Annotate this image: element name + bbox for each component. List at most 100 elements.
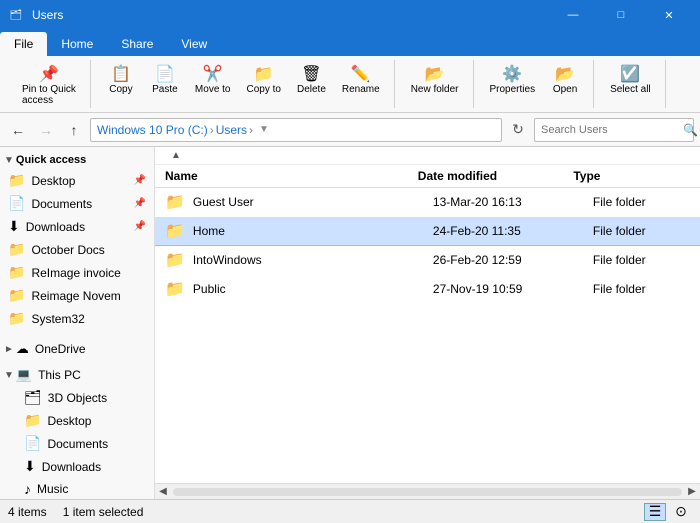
address-crumb-c[interactable]: Windows 10 Pro (C:) <box>97 123 208 137</box>
minimize-button[interactable]: — <box>550 0 596 30</box>
col-date-header[interactable]: Date modified <box>418 169 574 183</box>
window-controls: — □ ✕ <box>550 0 692 30</box>
file-name: Guest User <box>193 195 433 209</box>
properties-btn[interactable]: ⚙️ Properties <box>484 62 542 97</box>
file-name: Public <box>193 282 433 296</box>
file-name: IntoWindows <box>193 253 433 267</box>
sidebar-item-pc-documents[interactable]: 📄 Documents <box>0 432 154 455</box>
file-list: 📁 Guest User 13-Mar-20 16:13 File folder… <box>155 188 700 483</box>
sort-arrow-up: ▲ <box>171 150 181 161</box>
downloads-icon: ⬇ <box>8 218 20 235</box>
folder-icon: 📁 <box>165 250 185 270</box>
app-icon: 🗂 <box>8 7 24 23</box>
properties-icon: ⚙️ <box>502 64 522 84</box>
sidebar-item-3dobjects[interactable]: 🗂 3D Objects <box>0 386 154 409</box>
sidebar-item-desktop[interactable]: 📁 Desktop 📌 <box>0 169 154 192</box>
col-type-header[interactable]: Type <box>573 169 690 183</box>
col-name-header[interactable]: Name <box>165 169 418 183</box>
quick-access-chevron: ▼ <box>4 155 14 166</box>
search-icon: 🔍 <box>683 123 698 137</box>
view-details-button[interactable]: ☰ <box>644 503 666 521</box>
file-date: 27-Nov-19 10:59 <box>433 282 593 296</box>
onedrive-cloud-icon: ☁ <box>16 341 29 357</box>
maximize-button[interactable]: □ <box>598 0 644 30</box>
sidebar-item-reimage2[interactable]: 📁 Reimage Novem <box>0 284 154 307</box>
forward-button[interactable]: → <box>34 118 58 142</box>
sidebar-item-music[interactable]: ♪ Music <box>0 478 154 499</box>
tab-share[interactable]: Share <box>107 32 167 56</box>
sidebar-item-reimage[interactable]: 📁 ReImage invoice <box>0 261 154 284</box>
item-count: 4 items <box>8 505 47 519</box>
delete-btn[interactable]: 🗑 Delete <box>291 62 332 97</box>
file-list-header: Name Date modified Type <box>155 165 700 188</box>
pin-indicator-dl: 📌 <box>134 221 146 232</box>
reimage-icon: 📁 <box>8 264 25 281</box>
address-crumb-users[interactable]: Users <box>216 123 247 137</box>
file-name: Home <box>193 224 433 238</box>
table-row[interactable]: 📁 Home 24-Feb-20 11:35 File folder <box>155 217 700 246</box>
sidebar-item-october[interactable]: 📁 October Docs <box>0 238 154 261</box>
sidebar-item-downloads[interactable]: ⬇ Downloads 📌 <box>0 215 154 238</box>
tab-view[interactable]: View <box>167 32 221 56</box>
table-row[interactable]: 📁 IntoWindows 26-Feb-20 12:59 File folde… <box>155 246 700 275</box>
pin-label: Pin to Quickaccess <box>22 84 76 106</box>
address-dropdown-arrow[interactable]: ▼ <box>259 124 269 135</box>
back-button[interactable]: ← <box>6 118 30 142</box>
thispc-header[interactable]: ▼ 💻 This PC <box>0 364 154 386</box>
sidebar-item-system32[interactable]: 📁 System32 <box>0 307 154 330</box>
search-input[interactable] <box>541 124 683 136</box>
file-type: File folder <box>593 253 646 267</box>
ribbon-group-select: ☑️ Select all <box>596 60 666 108</box>
sidebar-item-documents[interactable]: 📄 Documents 📌 <box>0 192 154 215</box>
search-box[interactable]: 🔍 <box>534 118 694 142</box>
pc-desktop-icon: 📁 <box>24 412 41 429</box>
pc-downloads-icon: ⬇ <box>24 458 36 475</box>
move-btn[interactable]: ✂️ Move to <box>189 62 237 97</box>
up-button[interactable]: ↑ <box>62 118 86 142</box>
select-all-icon: ☑️ <box>620 64 640 84</box>
quick-access-label: Quick access <box>16 154 86 166</box>
horizontal-scrollbar[interactable]: ◀ ▶ <box>155 483 700 499</box>
copy-to-btn[interactable]: 📁 Copy to <box>241 62 287 97</box>
paste-icon: 📄 <box>155 64 175 84</box>
onedrive-header[interactable]: ► ☁ OneDrive <box>0 338 154 360</box>
tab-home[interactable]: Home <box>47 32 107 56</box>
main-content: ▼ Quick access 📁 Desktop 📌 📄 Documents 📌… <box>0 147 700 499</box>
new-folder-icon: 📂 <box>425 64 445 84</box>
status-right: ☰ ⊙ <box>644 503 692 521</box>
view-large-icons-button[interactable]: ⊙ <box>670 503 692 521</box>
table-row[interactable]: 📁 Public 27-Nov-19 10:59 File folder <box>155 275 700 304</box>
hscroll-track[interactable] <box>173 488 682 496</box>
desktop-icon: 📁 <box>8 172 25 189</box>
open-btn[interactable]: 📂 Open <box>545 62 585 97</box>
table-row[interactable]: 📁 Guest User 13-Mar-20 16:13 File folder <box>155 188 700 217</box>
onedrive-chevron: ► <box>4 344 14 355</box>
file-date: 13-Mar-20 16:13 <box>433 195 593 209</box>
file-date: 26-Feb-20 12:59 <box>433 253 593 267</box>
hscroll-left[interactable]: ◀ <box>155 484 171 500</box>
address-bar[interactable]: Windows 10 Pro (C:) › Users › ▼ <box>90 118 502 142</box>
hscroll-right[interactable]: ▶ <box>684 484 700 500</box>
pin-to-quick-btn[interactable]: 📌 Pin to Quickaccess <box>16 62 82 108</box>
tab-file[interactable]: File <box>0 32 47 56</box>
selected-text: 1 item selected <box>63 505 144 519</box>
file-list-area: ▲ Name Date modified Type 📁 Guest User 1… <box>155 147 700 499</box>
file-type: File folder <box>593 195 646 209</box>
copy-btn[interactable]: 📋 Copy <box>101 62 141 97</box>
nav-bar: ← → ↑ Windows 10 Pro (C:) › Users › ▼ ↻ … <box>0 113 700 147</box>
select-all-btn[interactable]: ☑️ Select all <box>604 62 657 97</box>
close-button[interactable]: ✕ <box>646 0 692 30</box>
refresh-button[interactable]: ↻ <box>506 118 530 142</box>
rename-btn[interactable]: ✏️ Rename <box>336 62 386 97</box>
open-icon: 📂 <box>555 64 575 84</box>
new-folder-btn[interactable]: 📂 New folder <box>405 62 465 97</box>
ribbon-group-clipboard: 📌 Pin to Quickaccess <box>8 60 91 108</box>
quick-access-header[interactable]: ▼ Quick access <box>0 151 154 169</box>
sidebar-item-pc-desktop[interactable]: 📁 Desktop <box>0 409 154 432</box>
paste-btn[interactable]: 📄 Paste <box>145 62 185 97</box>
title-bar: 🗂 Users — □ ✕ <box>0 0 700 30</box>
ribbon-group-open: ⚙️ Properties 📂 Open <box>476 60 595 108</box>
pin-indicator-docs: 📌 <box>134 198 146 209</box>
sidebar-item-pc-downloads[interactable]: ⬇ Downloads <box>0 455 154 478</box>
october-icon: 📁 <box>8 241 25 258</box>
